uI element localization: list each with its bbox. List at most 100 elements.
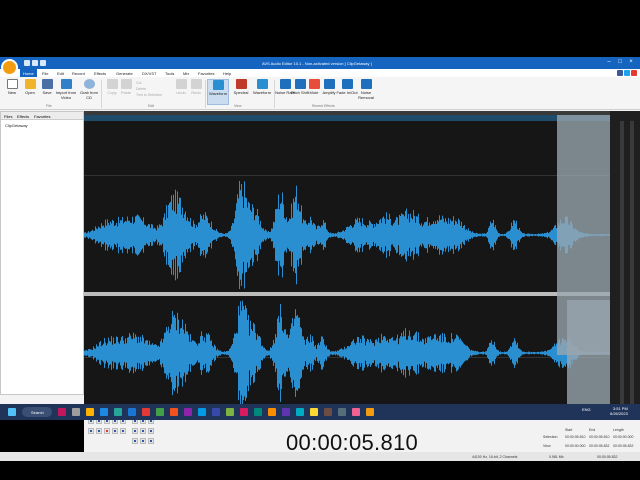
trim-item[interactable]: Trim to Selection (136, 93, 162, 97)
tray-language[interactable]: ENG (582, 407, 591, 412)
view-start[interactable]: 00:00:00.000 (565, 444, 585, 448)
file-list-item[interactable]: ClipGetaway (5, 123, 28, 128)
view-waveform-button[interactable]: Waveform (207, 79, 229, 105)
waveform-sample (291, 203, 292, 267)
menu-favorites[interactable]: Favorites (198, 71, 214, 76)
waveform-sample (324, 344, 325, 362)
waveform-sample (195, 342, 196, 364)
file-explorer-icon[interactable] (86, 408, 94, 416)
tab-effects[interactable]: Effects (17, 114, 29, 119)
zoom-sel-button[interactable] (148, 428, 154, 434)
taskbar-app-icon[interactable] (212, 408, 220, 416)
selection-start[interactable]: 00:00:05.810 (565, 435, 585, 439)
overview-bar[interactable] (84, 115, 610, 121)
start-icon[interactable] (8, 408, 16, 416)
taskbar-app-icon[interactable] (282, 408, 290, 416)
app-logo-icon[interactable] (1, 59, 18, 76)
delete-item[interactable]: Delete (136, 87, 146, 91)
waveform-sample (133, 224, 134, 246)
waveform-sample (126, 221, 127, 249)
waveform-sample (458, 336, 459, 370)
waveform-sample (350, 345, 351, 361)
quick-open-icon[interactable] (32, 60, 38, 66)
taskbar-app-icon[interactable] (352, 408, 360, 416)
taskbar-app-icon[interactable] (240, 408, 248, 416)
waveform-sample (398, 344, 399, 362)
import-video-icon (60, 79, 72, 89)
taskbar-app-icon[interactable] (338, 408, 346, 416)
tab-favorites[interactable]: Favorites (34, 114, 50, 119)
view-length[interactable]: 00:00:05.832 (613, 444, 633, 448)
zoom-out-v-button[interactable] (140, 428, 146, 434)
taskbar-app-icon[interactable] (128, 408, 136, 416)
taskbar-app-icon[interactable] (268, 408, 276, 416)
chrome-icon[interactable] (156, 408, 164, 416)
record-button[interactable] (104, 428, 110, 434)
menu-record[interactable]: Record (72, 71, 85, 76)
close-icon[interactable]: × (626, 59, 636, 65)
menu-generate[interactable]: Generate (116, 71, 133, 76)
quick-new-icon[interactable] (24, 60, 30, 66)
zoom-left-button[interactable] (140, 438, 146, 444)
paste-button[interactable]: Paste (115, 79, 137, 105)
menu-dxvst[interactable]: DX/VST (142, 71, 156, 76)
taskbar-app-icon[interactable] (254, 408, 262, 416)
stop-button[interactable] (88, 428, 94, 434)
prev-button[interactable] (112, 428, 118, 434)
tab-files[interactable]: Files (4, 114, 12, 119)
waveform-sample (159, 347, 160, 359)
twitter-icon[interactable] (624, 70, 630, 76)
menu-home[interactable]: Home (20, 69, 37, 77)
quick-save-icon[interactable] (40, 60, 46, 66)
minimize-icon[interactable]: – (604, 59, 614, 65)
menu-edit[interactable]: Edit (57, 71, 64, 76)
import-video-button[interactable]: Import from Video (55, 79, 77, 105)
selection-length[interactable]: 00:00:00.000 (613, 435, 633, 439)
menu-help[interactable]: Help (223, 71, 231, 76)
noise-removal-button[interactable]: Noise Removal (355, 79, 377, 105)
selection-region-lower[interactable] (567, 300, 610, 409)
taskbar-app-icon[interactable] (198, 408, 206, 416)
maximize-icon[interactable]: □ (615, 59, 625, 65)
waveform-sample (190, 333, 191, 372)
taskbar-search[interactable]: Search (22, 407, 52, 417)
taskbar-app-icon[interactable] (170, 408, 178, 416)
pause-button[interactable] (96, 428, 102, 434)
cut-item[interactable]: Cut (136, 81, 141, 85)
taskbar-clock[interactable]: 3:51 PM 6/26/2023 (610, 406, 628, 416)
taskbar-app-icon[interactable] (72, 408, 80, 416)
taskbar-app-icon[interactable] (296, 408, 304, 416)
waveform-sample (473, 350, 474, 356)
taskbar-app-icon[interactable] (142, 408, 150, 416)
waveform-sample (192, 340, 193, 366)
waveform-canvas[interactable] (84, 111, 640, 412)
menu-effects[interactable]: Effects (94, 71, 106, 76)
view-end[interactable]: 00:00:05.832 (589, 444, 609, 448)
view-spectral-button[interactable]: Spectral (230, 79, 252, 105)
grab-cd-button[interactable]: Grab from CD (78, 79, 100, 105)
waveform-view[interactable] (84, 111, 640, 412)
zoom-in-v-button[interactable] (132, 428, 138, 434)
taskbar-app-icon[interactable] (100, 408, 108, 416)
redo-button[interactable]: Redo (185, 79, 207, 105)
youtube-icon[interactable] (631, 70, 637, 76)
menu-mix[interactable]: Mix (183, 71, 189, 76)
zoom-right-button[interactable] (148, 438, 154, 444)
taskbar-app-icon[interactable] (324, 408, 332, 416)
menu-file[interactable]: File (42, 71, 48, 76)
waveform-sample (248, 201, 249, 269)
zoom-full-button[interactable] (132, 438, 138, 444)
selection-end[interactable]: 00:00:05.810 (589, 435, 609, 439)
taskbar-app-icon[interactable] (58, 408, 66, 416)
taskbar-app-icon[interactable] (310, 408, 318, 416)
menu-tools[interactable]: Tools (165, 71, 174, 76)
next-button[interactable] (120, 428, 126, 434)
facebook-icon[interactable] (617, 70, 623, 76)
waveform-sample (301, 328, 302, 378)
view-waveform2-button[interactable]: Waveform (251, 79, 273, 105)
edge-icon[interactable] (114, 408, 122, 416)
waveform-sample (495, 347, 496, 359)
avs-audio-editor-icon[interactable] (366, 408, 374, 416)
taskbar-app-icon[interactable] (184, 408, 192, 416)
taskbar-app-icon[interactable] (226, 408, 234, 416)
